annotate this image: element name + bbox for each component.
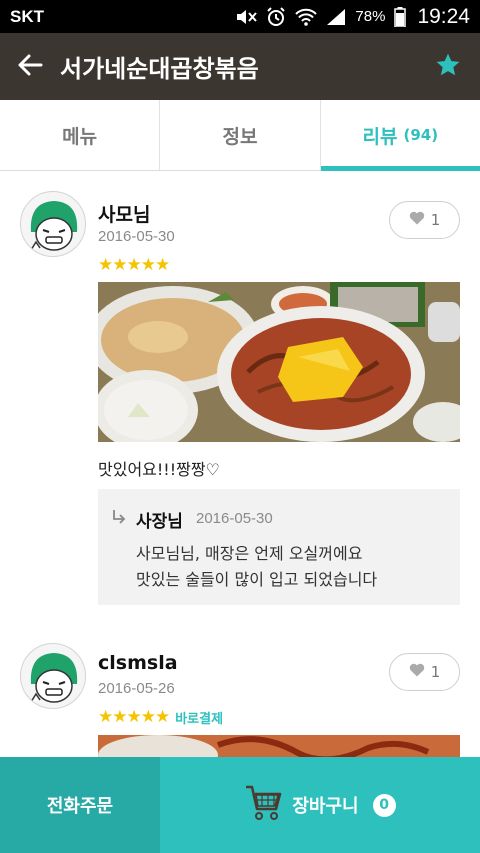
tab-label: 정보 (222, 125, 258, 148)
battery-percent: 78% (355, 8, 386, 25)
mute-icon (235, 8, 258, 26)
avatar (20, 643, 86, 709)
cart-count-badge: 0 (372, 793, 396, 817)
review-date: 2016-05-30 (98, 228, 175, 245)
wifi-icon (295, 8, 318, 26)
tab-reviews[interactable]: 리뷰 (94) (319, 100, 480, 171)
reply-text: 맛있는 술들이 많이 입고 되었습니다 (136, 570, 378, 589)
page-title: 서가네순대곱창볶음 (60, 55, 259, 83)
reply-text: 사모님님, 매장은 언제 오실꺼에요 (136, 544, 363, 563)
tab-menu[interactable]: 메뉴 (0, 100, 159, 170)
reply-arrow-icon (112, 509, 126, 529)
heart-icon (409, 663, 425, 681)
carrier-name: SKT (10, 6, 44, 26)
favorite-button[interactable] (416, 33, 480, 100)
like-count: 1 (430, 211, 441, 229)
star-rating: ★★★★★ (98, 255, 170, 275)
back-button[interactable] (0, 33, 60, 100)
back-arrow-icon (17, 53, 43, 81)
reviewer-name: clsmsla (98, 652, 178, 674)
like-button[interactable]: 1 (389, 653, 460, 691)
reviewer-name: 사모님 (98, 204, 151, 226)
alarm-icon (266, 6, 286, 27)
phone-order-button[interactable]: 전화주문 (0, 757, 160, 853)
review-date: 2016-05-26 (98, 680, 175, 697)
phone-order-label: 전화주문 (46, 796, 114, 817)
owner-reply: 사장님 2016-05-30 사모님님, 매장은 언제 오실꺼에요 맛있는 술들… (98, 489, 460, 605)
review-photo[interactable] (98, 282, 460, 442)
tab-label: 리뷰 (362, 125, 398, 148)
tab-label: 메뉴 (62, 125, 98, 148)
clock: 19:24 (417, 4, 470, 28)
bottom-action-bar: 전화주문 장바구니 0 (0, 757, 480, 853)
star-icon (435, 52, 461, 82)
rating-stars: ★★★★★ (98, 707, 170, 727)
direct-pay-badge: 바로결제 (175, 711, 224, 727)
review-text: 맛있어요!!!짱짱♡ (98, 460, 220, 479)
status-bar: SKT 78% 19:24 (0, 0, 480, 33)
review-list[interactable]: 사모님 2016-05-30 1 ★★★★★ 맛있어요!!!짱짱♡ 사장님 20… (0, 171, 480, 757)
tab-bar: 메뉴 정보 리뷰 (94) (0, 100, 480, 171)
battery-icon (394, 6, 407, 27)
reply-author: 사장님 (136, 512, 183, 532)
review-item: clsmsla 2016-05-26 1 ★★★★★ 바로결제 (0, 623, 480, 757)
review-item: 사모님 2016-05-30 1 ★★★★★ 맛있어요!!!짱짱♡ 사장님 20… (0, 171, 480, 621)
cart-label: 장바구니 (292, 796, 359, 817)
cart-icon (244, 783, 282, 828)
rating-stars: ★★★★★ (98, 255, 170, 275)
star-rating: ★★★★★ 바로결제 (98, 707, 223, 727)
like-button[interactable]: 1 (389, 201, 460, 239)
signal-icon (326, 8, 346, 26)
avatar (20, 191, 86, 257)
tab-info[interactable]: 정보 (159, 100, 319, 170)
like-count: 1 (430, 663, 441, 681)
review-count: (94) (403, 126, 439, 144)
cart-button[interactable]: 장바구니 0 (160, 757, 480, 853)
app-bar: 서가네순대곱창볶음 (0, 33, 480, 100)
reply-date: 2016-05-30 (196, 510, 273, 527)
heart-icon (409, 211, 425, 229)
review-photo[interactable] (98, 735, 460, 757)
